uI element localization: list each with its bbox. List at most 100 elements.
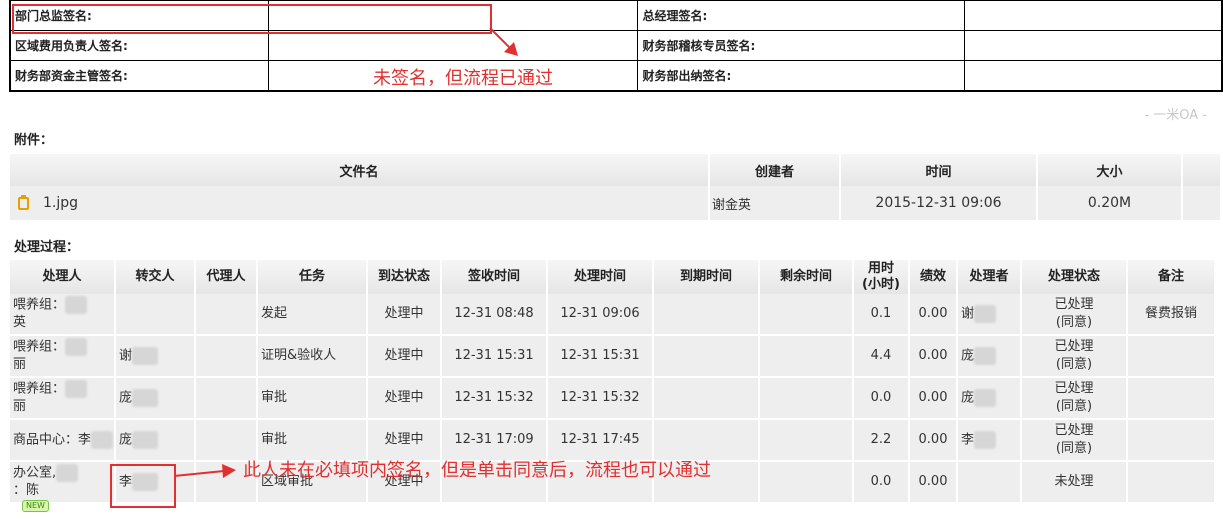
attachments-header: 文件名 创建者 时间 大小 <box>10 154 1222 186</box>
sign-value: 12-31 08:48 <box>454 306 534 321</box>
handler-name-tail: ：陈 <box>13 483 40 499</box>
status-value: 已处理 <box>1054 297 1094 312</box>
time-cell: 2015-12-31 09:06 <box>840 186 1038 222</box>
sig-field-finance-audit[interactable] <box>964 29 1223 61</box>
redacted-block <box>91 430 114 449</box>
task-value: 发起 <box>261 306 288 321</box>
task-cell: 证明&验收人 <box>257 335 368 378</box>
transfer-cell: 庞 <box>115 377 196 420</box>
transfer-cell <box>115 294 196 336</box>
handler-name: 喂养组： <box>13 297 66 313</box>
due-cell <box>653 335 760 378</box>
process-label: 处理过程： <box>14 240 80 255</box>
redacted-block <box>974 430 997 449</box>
processor-cell <box>957 461 1022 504</box>
done-cell: 12-31 17:45 <box>547 419 654 462</box>
transfer-cell: 庞 <box>115 419 196 462</box>
col-extra <box>1182 154 1222 186</box>
sig-label-finance-fund: 财务部资金主管签名: <box>9 59 270 92</box>
sig-label-general-manager: 总经理签名: <box>637 0 965 31</box>
perf-cell: 0.00 <box>909 294 958 336</box>
handler-name: 喂养组： <box>13 339 66 355</box>
arrive-value: 处理中 <box>384 348 424 363</box>
sig-field-region-cost[interactable] <box>268 29 639 61</box>
col-arrive: 到达状态 <box>367 260 442 294</box>
sig-field-general-manager[interactable] <box>964 0 1223 31</box>
remain-cell <box>759 419 854 462</box>
handler-name: 喂养组： <box>13 381 66 397</box>
task-cell: 审批 <box>257 377 368 420</box>
handler-cell: 喂养组： 英 <box>10 294 116 336</box>
done-value: 12-31 17:45 <box>560 432 640 447</box>
status-cell: 已处理 (同意) <box>1021 377 1128 420</box>
note-cell <box>1127 377 1216 420</box>
status-cell: 已处理 (同意) <box>1021 294 1128 336</box>
processor-value: 庞 <box>961 348 975 364</box>
sig-label-finance-audit: 财务部稽核专员签名: <box>637 29 965 61</box>
highlight-box-bottom <box>110 464 176 508</box>
status-cell: 已处理 (同意) <box>1021 335 1128 378</box>
handler-cell: 喂养组： 丽 <box>10 377 116 420</box>
file-icon <box>18 195 29 210</box>
perf-cell: 0.00 <box>909 335 958 378</box>
done-value: 12-31 15:32 <box>560 390 640 405</box>
redacted-block <box>132 346 159 365</box>
status-detail: (同意) <box>1055 357 1093 372</box>
arrive-cell: 处理中 <box>367 377 442 420</box>
remain-cell <box>759 294 854 336</box>
processor-value: 李 <box>961 432 975 448</box>
sign-cell: 12-31 17:09 <box>441 419 548 462</box>
handler-cell: 喂养组： 丽 <box>10 335 116 378</box>
file-cell[interactable]: 1.jpg <box>10 186 710 222</box>
redacted-block <box>974 346 997 365</box>
col-remain-time: 剩余时间 <box>759 260 854 294</box>
status-value: 已处理 <box>1054 339 1094 354</box>
note-cell <box>1127 419 1216 462</box>
signature-row: 财务部资金主管签名: 财务部出纳签名: <box>9 59 1223 92</box>
arrive-cell: 处理中 <box>367 294 442 336</box>
table-row: 喂养组： 丽 谢 证明&验收人 处理中 12-31 15:31 12-31 15:31 4.4… <box>10 335 1216 378</box>
task-cell: 发起 <box>257 294 368 336</box>
redacted-block <box>132 388 159 407</box>
sig-field-cashier[interactable] <box>964 59 1223 92</box>
handler-name-tail: 英 <box>13 315 27 331</box>
processor-cell: 谢 <box>957 294 1022 336</box>
creator-cell: 谢金英 <box>709 186 841 222</box>
arrive-value: 处理中 <box>384 432 424 447</box>
status-value: 已处理 <box>1054 381 1094 396</box>
col-status: 处理状态 <box>1021 260 1128 294</box>
col-note: 备注 <box>1127 260 1216 294</box>
hours-value: 0.0 <box>870 474 892 489</box>
status-value: 未处理 <box>1054 474 1094 489</box>
hours-value: 0.0 <box>870 390 892 405</box>
done-cell: 12-31 15:32 <box>547 377 654 420</box>
processor-cell: 李 <box>957 419 1022 462</box>
task-cell: 审批 <box>257 419 368 462</box>
new-badge: NEW <box>22 500 49 512</box>
hours-cell: 0.0 <box>853 461 910 504</box>
done-cell: 12-31 15:31 <box>547 335 654 378</box>
sign-value: 12-31 15:32 <box>454 390 534 405</box>
col-handler: 处理人 <box>10 260 116 294</box>
redacted-block <box>65 337 88 356</box>
hours-cell: 0.0 <box>853 377 910 420</box>
col-processor: 处理者 <box>957 260 1022 294</box>
col-agent: 代理人 <box>195 260 258 294</box>
redacted-block <box>974 304 997 323</box>
done-cell: 12-31 09:06 <box>547 294 654 336</box>
col-done-time: 处理时间 <box>547 260 654 294</box>
arrow-icon <box>174 464 236 478</box>
perf-value: 0.00 <box>918 432 948 447</box>
arrow-icon <box>489 27 518 56</box>
handler-cell: 商品中心：李 <box>10 419 116 462</box>
done-value: 12-31 09:06 <box>560 306 640 321</box>
file-link[interactable]: 1.jpg <box>43 195 78 211</box>
redacted-block <box>65 379 88 398</box>
agent-cell <box>195 377 258 420</box>
col-due-time: 到期时间 <box>653 260 760 294</box>
sign-cell: 12-31 15:31 <box>441 335 548 378</box>
arrive-cell: 处理中 <box>367 419 442 462</box>
processor-cell: 庞 <box>957 335 1022 378</box>
attachments-label: 附件： <box>14 133 54 148</box>
size-cell: 0.20M <box>1037 186 1183 222</box>
